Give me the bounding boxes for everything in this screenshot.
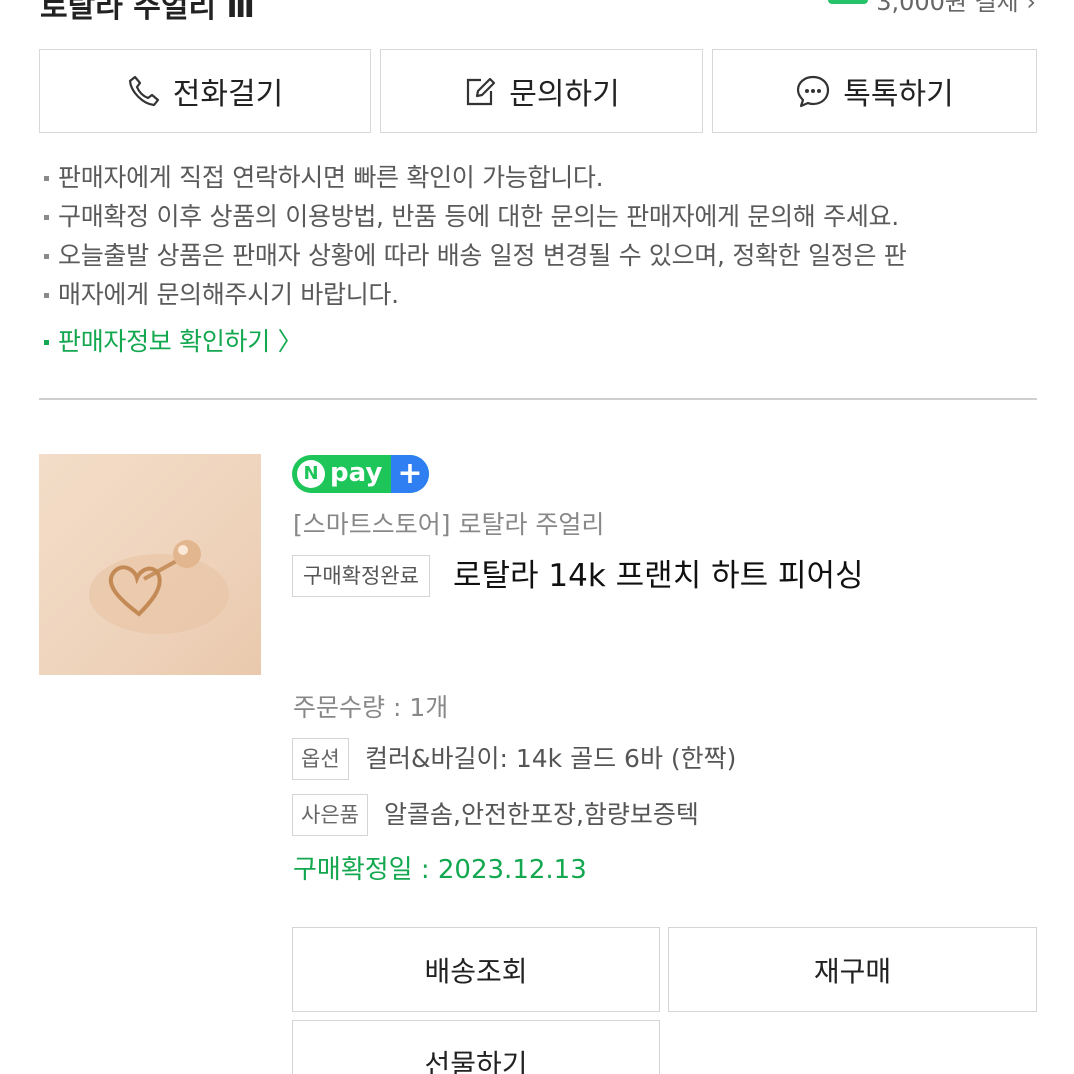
order-detail-page: 로탈라 주얼리 Ⅲ 3,000원 결제 › 전화걸기 문의하기 톡톡하기 판매자…	[0, 0, 1074, 1074]
section-divider	[39, 398, 1037, 400]
product-title[interactable]: 로탈라 14k 프랜치 하트 피어싱	[453, 555, 864, 597]
seller-info-link[interactable]: 판매자정보 확인하기 〉	[44, 322, 1034, 361]
track-delivery-label: 배송조회	[424, 954, 528, 988]
option-tag: 옵션	[292, 738, 349, 780]
notice-continuation: 매자에게 문의해주시기 바랍니다.	[58, 280, 399, 309]
rebuy-label: 재구매	[813, 954, 892, 988]
chat-bubble-icon	[797, 75, 830, 108]
notice-item: 오늘출발 상품은 판매자 상황에 따라 배송 일정 변경될 수 있으며, 정확한…	[44, 236, 1034, 275]
truck-icon	[828, 0, 869, 4]
notice-item: 판매자에게 직접 연락하시면 빠른 확인이 가능합니다.	[44, 158, 1034, 197]
purchase-confirm-date: 구매확정일 : 2023.12.13	[293, 855, 587, 885]
talktalk-button[interactable]: 톡톡하기	[712, 49, 1037, 133]
rebuy-button[interactable]: 재구매	[668, 927, 1037, 1012]
delivery-fee-info[interactable]: 3,000원 결제 ›	[828, 0, 1036, 17]
send-gift-button[interactable]: 선물하기	[292, 1020, 660, 1074]
order-quantity: 주문수량 : 1개	[293, 693, 449, 722]
plus-icon: +	[391, 455, 429, 493]
option-value: 컬러&바길이: 14k 골드 6바 (한짝)	[365, 744, 737, 773]
call-label: 전화걸기	[172, 77, 284, 112]
gift-tag: 사은품	[292, 794, 368, 836]
npay-n-logo: N	[297, 460, 325, 488]
track-delivery-button[interactable]: 배송조회	[292, 927, 660, 1012]
phone-icon	[128, 75, 159, 107]
notice-list: 판매자에게 직접 연락하시면 빠른 확인이 가능합니다. 구매확정 이후 상품의…	[44, 158, 1034, 361]
header-strip: 로탈라 주얼리 Ⅲ 3,000원 결제 ›	[40, 0, 1040, 25]
talktalk-label: 톡톡하기	[843, 77, 954, 112]
status-badge: 구매확정완료	[292, 555, 430, 597]
send-gift-label: 선물하기	[424, 1047, 528, 1074]
notice-item-continued: 매자에게 문의해주시기 바랍니다.	[44, 275, 1034, 314]
edit-icon	[467, 77, 496, 106]
heart-piercing-image	[89, 540, 229, 634]
delivery-fee-text: 3,000원 결제 ›	[876, 0, 1036, 16]
store-title: 로탈라 주얼리 Ⅲ	[40, 0, 255, 25]
notice-item: 구매확정 이후 상품의 이용방법, 반품 등에 대한 문의는 판매자에게 문의해…	[44, 197, 1034, 236]
gift-value: 알콜솜,안전한포장,함량보증텍	[384, 800, 699, 829]
npay-text: pay	[330, 458, 383, 488]
seller-contact-row: 전화걸기 문의하기 톡톡하기	[39, 49, 1037, 135]
inquiry-button[interactable]: 문의하기	[380, 49, 703, 133]
npay-plus-badge: N pay +	[292, 455, 429, 493]
store-name[interactable]: [스마트스토어] 로탈라 주얼리	[293, 505, 604, 541]
product-thumbnail[interactable]	[39, 454, 261, 675]
inquiry-label: 문의하기	[509, 77, 620, 112]
call-button[interactable]: 전화걸기	[39, 49, 371, 133]
